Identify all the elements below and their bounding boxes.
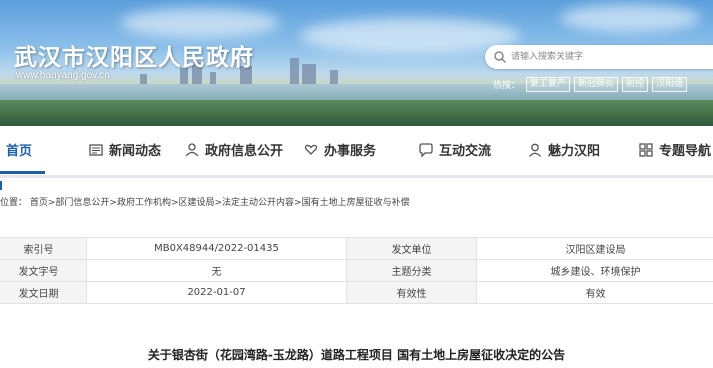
hot-tag[interactable]: 复工复产 <box>526 77 571 92</box>
meta-value: 有效 <box>476 281 713 304</box>
meta-label: 有效性 <box>346 281 477 304</box>
cloud-decoration <box>560 4 700 32</box>
table-row: 发文字号 无 主题分类 城乡建设、环境保护 <box>0 259 713 282</box>
breadcrumb[interactable]: 位置： 首页>部门信息公开>政府工作机构>区建设局>法定主动公开内容>国有土地上… <box>0 195 410 208</box>
active-tab-indicator <box>0 171 45 174</box>
search-icon[interactable] <box>493 50 507 64</box>
nav-item-charm[interactable]: 魅力汉阳 <box>527 140 600 159</box>
nav-item-label: 专题导航 <box>659 144 712 159</box>
table-row: 索引号 MB0X48944/2022-01435 发文单位 汉阳区建设局 <box>0 237 713 260</box>
document-title: 关于银杏街（花园湾路-玉龙路）道路工程项目 国有土地上房屋征收决定的公告 <box>147 348 566 362</box>
nav-item-label: 新闻动态 <box>109 144 162 159</box>
meta-label: 主题分类 <box>346 259 477 282</box>
user-icon <box>529 143 541 157</box>
nav-item-gov-info[interactable]: 政府信息公开 <box>184 140 283 159</box>
breadcrumb-marker <box>0 181 2 190</box>
hot-tag[interactable]: 汉阳造 <box>652 77 688 92</box>
meta-value: MB0X48944/2022-01435 <box>86 237 347 260</box>
meta-label: 发文单位 <box>346 237 477 260</box>
newspaper-icon <box>89 143 103 156</box>
building-decoration <box>330 70 338 84</box>
grid-icon <box>639 142 653 157</box>
search-input[interactable] <box>511 48 711 66</box>
document-meta-table: 索引号 MB0X48944/2022-01435 发文单位 汉阳区建设局 发文字… <box>0 237 713 304</box>
heart-hands-icon <box>304 144 318 155</box>
meta-value: 城乡建设、环境保护 <box>476 259 713 282</box>
building-decoration <box>290 58 299 84</box>
site-title[interactable]: 武汉市汉阳区人民政府 <box>14 38 254 72</box>
person-icon <box>185 142 199 156</box>
hot-tag[interactable]: 新冠肺炎 <box>574 77 619 92</box>
meta-label: 索引号 <box>0 237 87 260</box>
nav-item-news[interactable]: 新闻动态 <box>88 140 161 159</box>
nav-item-label: 首页 <box>6 144 33 159</box>
nav-item-topics[interactable]: 专题导航 <box>638 140 711 159</box>
building-decoration <box>140 74 147 84</box>
header-banner: 武汉市汉阳区人民政府 www.hanyang.gov.cn 热搜： 复工复产 新… <box>0 0 713 126</box>
greenery-decoration <box>0 100 713 126</box>
building-decoration <box>210 72 216 84</box>
nav-item-home[interactable]: 首页 <box>6 140 32 159</box>
main-nav: 首页 新闻动态 政府信息公开 办事服务 互动交流 魅力汉阳 专题导航 <box>0 126 713 178</box>
nav-item-label: 政府信息公开 <box>205 144 284 159</box>
meta-value: 无 <box>86 259 347 282</box>
chat-icon <box>419 142 433 158</box>
search-box <box>485 45 713 69</box>
meta-label: 发文字号 <box>0 259 87 282</box>
meta-value: 2022-01-07 <box>86 281 347 304</box>
nav-item-services[interactable]: 办事服务 <box>303 140 376 159</box>
nav-item-label: 魅力汉阳 <box>548 144 601 159</box>
site-url: www.hanyang.gov.cn <box>16 70 110 81</box>
hot-tag[interactable]: 防控 <box>622 77 649 92</box>
hot-search-bar: 热搜： 复工复产 新冠肺炎 防控 汉阳造 <box>493 77 688 92</box>
nav-item-label: 办事服务 <box>324 144 377 159</box>
hot-search-label: 热搜： <box>493 81 521 91</box>
nav-item-interaction[interactable]: 互动交流 <box>418 140 491 159</box>
cloud-decoration <box>120 8 280 38</box>
meta-label: 发文日期 <box>0 281 87 304</box>
nav-item-label: 互动交流 <box>439 144 492 159</box>
table-row: 发文日期 2022-01-07 有效性 有效 <box>0 281 713 304</box>
building-decoration <box>302 64 316 84</box>
meta-value: 汉阳区建设局 <box>476 237 713 260</box>
